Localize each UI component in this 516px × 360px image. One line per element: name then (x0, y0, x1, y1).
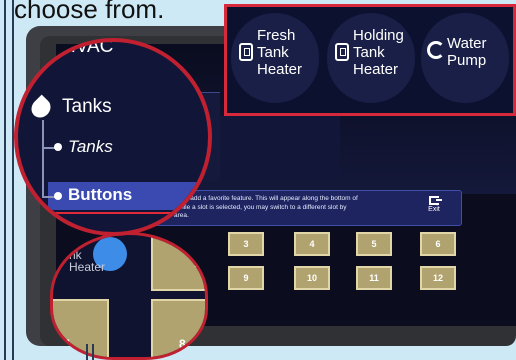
feature-water-pump[interactable]: Water Pump (421, 13, 509, 103)
tank-heater-icon (335, 43, 349, 61)
feature-label-line: Tank (257, 44, 289, 61)
page-border-line (86, 344, 88, 360)
feature-fresh-tank-heater[interactable]: Fresh Tank Heater (231, 13, 319, 103)
water-pump-icon (427, 41, 445, 59)
slot-10[interactable]: 10 (294, 266, 330, 290)
feature-label-line: Heater (257, 61, 303, 78)
page-border (0, 0, 14, 360)
slot-11[interactable]: 11 (356, 266, 392, 290)
feature-label-line: Fresh (257, 27, 296, 44)
submenu-item-tanks[interactable]: Tanks (68, 137, 113, 157)
slot-4[interactable]: 4 (294, 232, 330, 256)
slot-8[interactable]: 8 (151, 299, 205, 357)
water-drop-icon (27, 94, 55, 122)
feature-label: Holding Tank Heater (353, 27, 404, 78)
slot-5[interactable]: 5 (356, 232, 392, 256)
feature-label: Water Pump (447, 35, 486, 69)
feature-label-line: Tank (353, 44, 385, 61)
feature-label-line: Heater (353, 61, 399, 78)
slot-3[interactable]: 3 (228, 232, 264, 256)
slot-magnifier: nk Heater 2 7 8 (50, 232, 208, 360)
slot-7[interactable]: 7 (53, 299, 109, 357)
slot-9[interactable]: 9 (228, 266, 264, 290)
feature-label-line: Water (447, 35, 487, 52)
feature-label-line: Holding (353, 27, 404, 44)
feature-label-line: Pump (447, 52, 487, 69)
tank-heater-icon (239, 43, 253, 61)
slot-6[interactable]: 6 (420, 232, 456, 256)
page-border-line (92, 344, 94, 360)
feature-callout: Fresh Tank Heater Holding Tank Heater Wa… (224, 4, 516, 116)
exit-icon (429, 196, 442, 205)
tree-dot (54, 192, 62, 200)
menu-magnifier: HVAC Tanks Tanks Buttons (14, 38, 212, 236)
exit-button[interactable]: Exit (417, 195, 451, 221)
slot-1-partial-label: nk Heater (69, 248, 106, 274)
content-panel (220, 116, 340, 178)
slot-12[interactable]: 12 (420, 266, 456, 290)
submenu-item-buttons[interactable]: Buttons (68, 185, 132, 205)
menu-item-tanks[interactable]: Tanks (62, 96, 112, 118)
feature-holding-tank-heater[interactable]: Holding Tank Heater (327, 13, 415, 103)
tree-connector (42, 120, 44, 198)
selection-underline (18, 212, 208, 214)
caption-text: choose from. (14, 0, 165, 24)
slot-2[interactable]: 2 (151, 235, 205, 291)
feature-label: Fresh Tank Heater (257, 27, 302, 78)
exit-label: Exit (428, 206, 440, 213)
tree-dot (54, 143, 62, 151)
page-border-line (4, 0, 6, 360)
